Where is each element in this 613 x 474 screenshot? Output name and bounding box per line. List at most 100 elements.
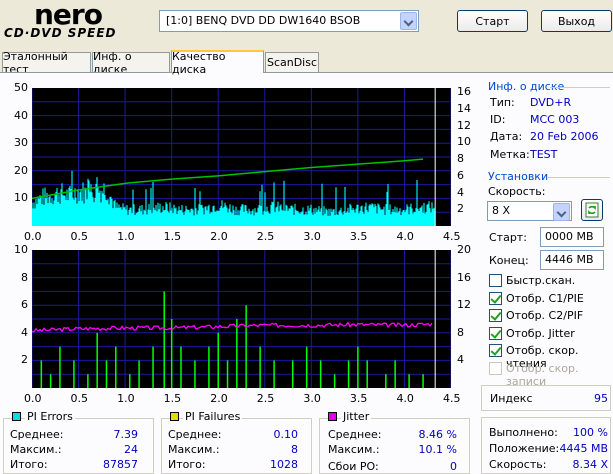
x-tick-label: 0.0 [24, 392, 42, 405]
x-tick-label: 0.5 [70, 392, 89, 405]
disc-date-value: 20 Feb 2006 [530, 130, 599, 143]
po-failures-label: Сбои PO: [328, 460, 379, 473]
x-tick-label: 2.0 [210, 230, 228, 243]
pie-avg-label: Среднее: [10, 428, 64, 441]
position-value: 4445 MB [559, 442, 608, 455]
cd-dvd-speed-logo: CD·DVD SPEED [4, 26, 117, 40]
y-left-tick-label: 4 [21, 325, 28, 339]
disc-mark-label: Метка: [490, 148, 530, 161]
x-tick-label: 4.0 [396, 392, 414, 405]
pif-jitter-chart [32, 250, 451, 388]
y-left-tick-label: 10 [14, 191, 28, 205]
jitter-title: Jitter [341, 410, 372, 423]
drive-select[interactable]: [1:0] BENQ DVD DD DW1640 BSOB [159, 10, 419, 32]
pie-max-value: 24 [124, 443, 138, 456]
y-right-tick-label: 16 [457, 85, 471, 99]
disc-date-label: Дата: [490, 130, 523, 143]
x-tick-label: 1.0 [117, 230, 135, 243]
speed-select-value: 8 X [492, 204, 511, 217]
x-tick-label: 2.0 [210, 392, 228, 405]
x-tick-label: 3.0 [303, 392, 321, 405]
divider [550, 87, 610, 88]
pie-speed-chart [32, 88, 451, 226]
y-left-tick-label: 2 [21, 353, 28, 367]
jitter-max-label: Максим.: [328, 443, 380, 456]
chevron-down-icon[interactable] [553, 203, 570, 221]
pi-failures-title: PI Failures [183, 410, 243, 423]
disc-type-value: DVD+R [530, 96, 572, 109]
y-right-tick-label: 12 [457, 118, 471, 132]
index-label: Индекс [490, 392, 533, 405]
x-tick-label: 2.5 [256, 392, 275, 405]
disc-id-value: MCC 003 [530, 113, 580, 126]
x-tick-label: 4.5 [443, 230, 461, 243]
option-label-1: Отобр. C1/PIE [506, 291, 584, 305]
y-left-tick-label: 40 [14, 108, 28, 122]
y-left-tick-label: 20 [14, 163, 28, 177]
y-right-tick-label: 8 [457, 325, 464, 339]
read-speed-value: 8.34 X [572, 458, 608, 471]
done-label: Выполнено: [489, 426, 558, 439]
y-left-tick-label: 10 [14, 243, 28, 256]
disc-mark-value: TEST [530, 148, 558, 161]
disc-id-label: ID: [490, 113, 506, 126]
x-tick-label: 3.5 [349, 230, 368, 243]
y-left-tick-label: 50 [14, 81, 28, 94]
pif-total-label: Итого: [168, 458, 206, 471]
speed-select[interactable]: 8 X [487, 201, 572, 221]
pie-total-label: Итого: [10, 458, 48, 471]
refresh-button[interactable] [581, 199, 603, 221]
speed-label: Скорость: [488, 185, 546, 198]
option-checkbox-1[interactable] [489, 291, 502, 305]
pie-total-value: 87857 [103, 458, 138, 471]
exit-button[interactable]: Выход [541, 10, 612, 32]
start-button[interactable]: Старт [457, 10, 528, 32]
x-tick-label: 1.0 [117, 392, 135, 405]
x-tick-label: 4.5 [443, 392, 461, 405]
y-left-tick-label: 30 [14, 136, 28, 150]
x-tick-label: 0.5 [70, 230, 89, 243]
option-label-0: Быстр.скан. [506, 274, 576, 287]
pif-avg-label: Среднее: [168, 428, 222, 441]
index-value: 95 [594, 392, 608, 405]
done-value: 100 % [573, 426, 608, 439]
pi-failures-legend [170, 412, 179, 421]
y-right-tick-label: 2 [457, 202, 464, 216]
option-checkbox-3[interactable] [489, 326, 502, 340]
option-label-2: Отобр. C2/PIF [506, 309, 584, 322]
y-right-tick-label: 4 [457, 353, 464, 367]
chevron-down-icon[interactable] [400, 12, 417, 30]
settings-title: Установки [488, 170, 549, 183]
pif-avg-value: 0.10 [273, 428, 299, 441]
tab-disc-info[interactable]: Инф. о диске [92, 50, 170, 76]
y-right-tick-label: 6 [457, 168, 464, 182]
x-tick-label: 1.5 [163, 230, 182, 243]
tab-benchmark[interactable]: Эталонный тест [2, 50, 91, 76]
pi-errors-title: PI Errors [25, 410, 75, 423]
option-label-5: Отобр. скор. записи [506, 361, 579, 388]
jitter-avg-label: Среднее: [328, 428, 382, 441]
x-tick-label: 1.5 [163, 392, 182, 405]
y-right-tick-label: 16 [457, 270, 471, 284]
pie-avg-value: 7.39 [113, 428, 139, 441]
jitter-max-value: 10.1 % [418, 443, 457, 456]
option-checkbox-4[interactable] [489, 344, 502, 357]
x-tick-label: 3.0 [303, 230, 321, 243]
y-right-tick-label: 14 [457, 101, 471, 115]
pif-total-value: 1028 [270, 458, 298, 471]
x-tick-label: 2.5 [256, 230, 275, 243]
end-pos-input[interactable]: 4446 MB [540, 250, 604, 270]
y-right-tick-label: 8 [457, 152, 464, 166]
position-label: Положение: [489, 442, 560, 455]
tab-disc-quality[interactable]: Качество диска [171, 50, 264, 76]
po-failures-value: 0 [450, 460, 457, 473]
pif-max-value: 8 [291, 443, 298, 456]
pi-errors-legend [12, 412, 21, 421]
tab-scandisc[interactable]: ScanDisc [265, 52, 319, 72]
y-right-tick-label: 10 [457, 135, 471, 149]
option-label-3: Отобр. Jitter [506, 326, 575, 340]
start-pos-input[interactable]: 0000 MB [540, 227, 604, 247]
option-checkbox-0[interactable] [489, 274, 502, 287]
option-checkbox-2[interactable] [489, 309, 502, 322]
jitter-avg-value: 8.46 % [418, 428, 457, 441]
